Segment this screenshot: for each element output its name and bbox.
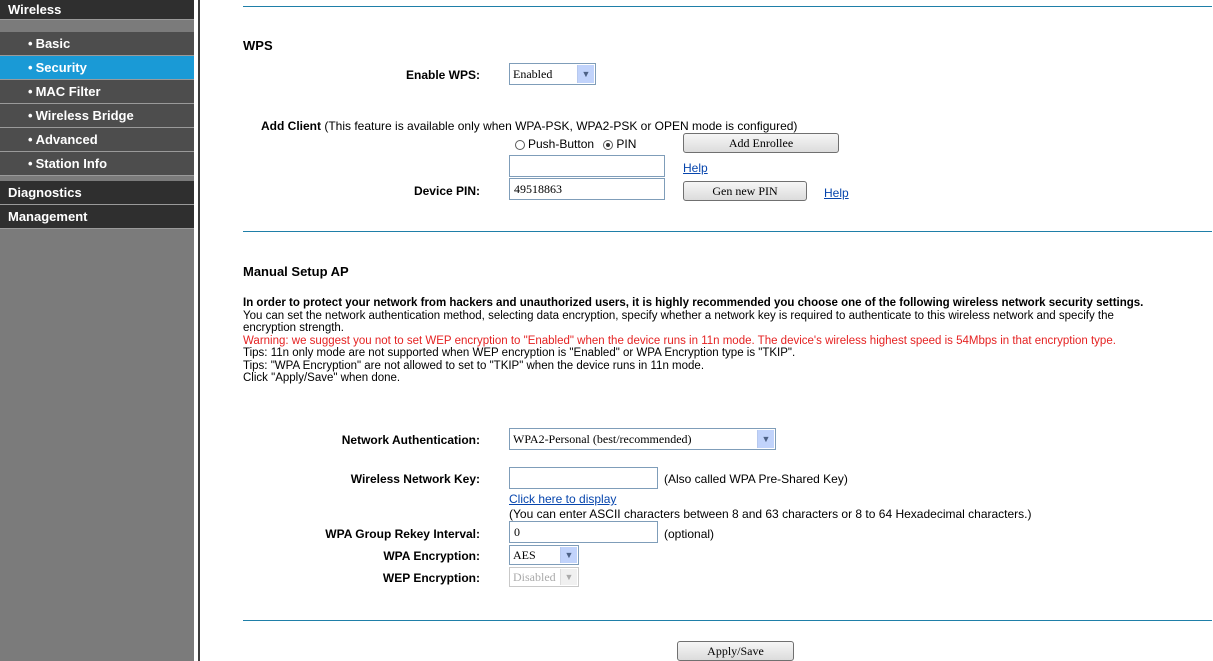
add-client-line: Add Client (This feature is available on… — [261, 119, 798, 133]
wireless-key-input[interactable] — [509, 467, 658, 489]
wps-method-radios: Push-Button PIN — [515, 137, 636, 151]
sidebar-divider — [194, 0, 202, 661]
key-hint: (You can enter ASCII characters between … — [509, 507, 1032, 521]
sidebar-item-wireless[interactable]: Wireless — [0, 0, 194, 20]
rekey-interval-input[interactable]: 0 — [509, 521, 658, 543]
click-to-display-link[interactable]: Click here to display — [509, 492, 616, 506]
sidebar-item-wireless-bridge[interactable]: • Wireless Bridge — [0, 104, 194, 128]
sidebar-item-diagnostics[interactable]: Diagnostics — [0, 181, 194, 205]
chevron-down-icon: ▼ — [560, 569, 577, 585]
top-divider — [243, 6, 1212, 7]
add-enrollee-button[interactable]: Add Enrollee — [683, 133, 839, 153]
wps-title: WPS — [243, 38, 273, 53]
wep-encryption-label: WEP Encryption: — [382, 571, 480, 585]
radio-off-icon — [515, 140, 525, 150]
pin-radio[interactable]: PIN — [603, 137, 636, 151]
apply-save-button[interactable]: Apply/Save — [677, 641, 794, 661]
chevron-down-icon: ▼ — [757, 430, 774, 448]
client-pin-input[interactable] — [509, 155, 665, 177]
sidebar-item-advanced[interactable]: • Advanced — [0, 128, 194, 152]
wireless-key-label: Wireless Network Key: — [350, 472, 480, 486]
sidebar-item-mac-filter[interactable]: • MAC Filter — [0, 80, 194, 104]
help-link-device-pin[interactable]: Help — [824, 186, 849, 200]
sidebar-item-management[interactable]: Management — [0, 205, 194, 229]
sidebar-item-basic[interactable]: • Basic — [0, 32, 194, 56]
security-intro: In order to protect your network from ha… — [243, 297, 1208, 385]
enable-wps-select[interactable]: Enabled ▼ — [509, 63, 596, 85]
device-pin-label: Device PIN: — [413, 184, 480, 198]
rekey-optional-note: (optional) — [664, 527, 715, 541]
help-link-client-pin[interactable]: Help — [683, 161, 708, 175]
rekey-interval-label: WPA Group Rekey Interval: — [325, 527, 480, 541]
enable-wps-label: Enable WPS: — [405, 68, 480, 82]
device-pin-field[interactable]: 49518863 — [509, 178, 665, 200]
push-button-radio[interactable]: Push-Button — [515, 137, 594, 151]
key-note: (Also called WPA Pre-Shared Key) — [664, 472, 848, 486]
chevron-down-icon: ▼ — [560, 547, 577, 563]
sidebar-nav: Wireless • Basic • Security • MAC Filter • W… — [0, 0, 194, 661]
gen-new-pin-button[interactable]: Gen new PIN — [683, 181, 807, 201]
radio-on-icon — [603, 140, 614, 150]
wep-encryption-select[interactable]: Disabled ▼ — [509, 567, 579, 587]
network-auth-select[interactable]: WPA2-Personal (best/recommended) ▼ — [509, 428, 776, 450]
wpa-encryption-select[interactable]: AES ▼ — [509, 545, 579, 565]
wps-divider — [243, 231, 1212, 232]
bottom-divider — [243, 620, 1212, 621]
sidebar-item-security[interactable]: • Security — [0, 56, 194, 80]
network-auth-label: Network Authentication: — [341, 433, 480, 447]
sidebar-item-station-info[interactable]: • Station Info — [0, 152, 194, 176]
warning-text: Warning: we suggest you not to set WEP e… — [243, 334, 1116, 347]
chevron-down-icon: ▼ — [577, 65, 594, 83]
manual-setup-title: Manual Setup AP — [243, 264, 349, 279]
wpa-encryption-label: WPA Encryption: — [383, 549, 480, 563]
